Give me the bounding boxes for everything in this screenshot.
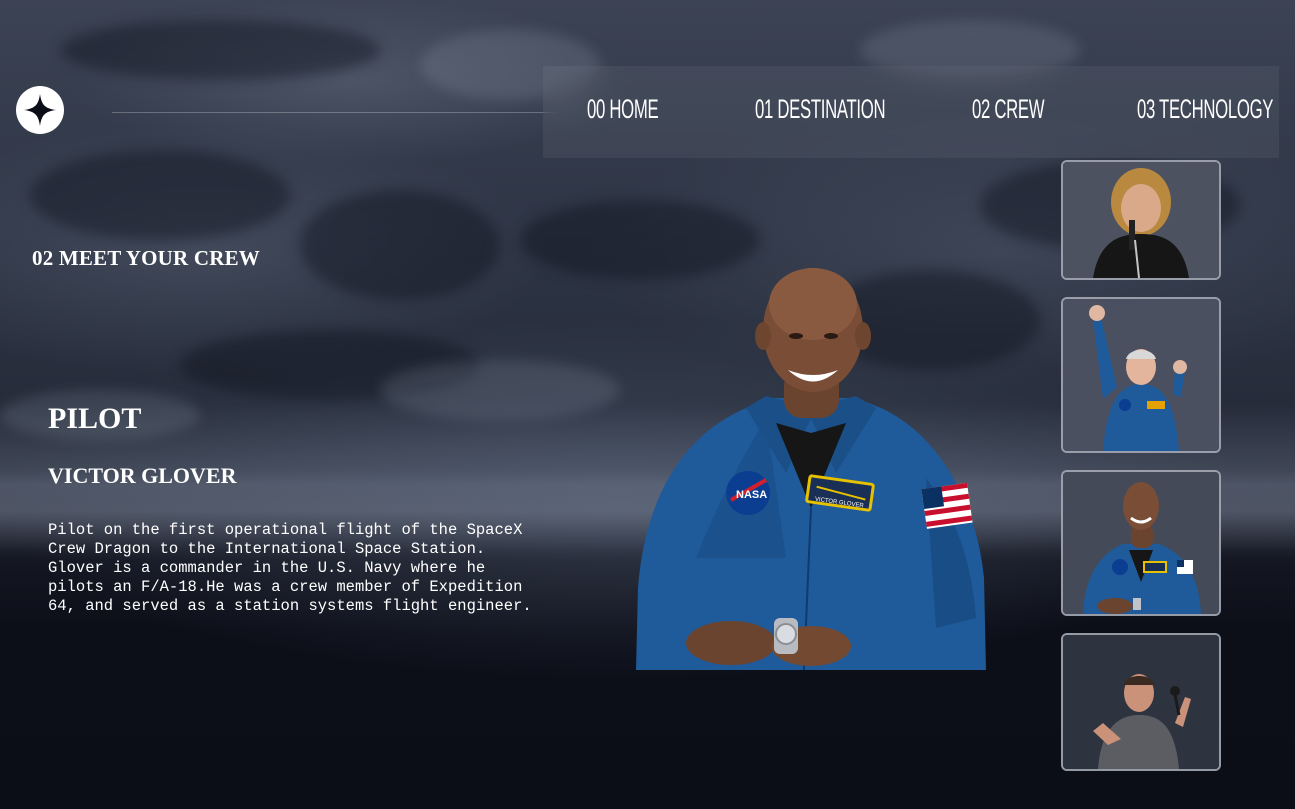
svg-text:NASA: NASA [736, 489, 767, 501]
crew-name: VICTOR GLOVER [48, 463, 237, 488]
crew-role: PILOT [48, 402, 142, 435]
crew-bio: Pilot on the first operational flight of… [48, 521, 532, 615]
nav-item-technology[interactable]: 03 TECHNOLOGY [1137, 94, 1273, 125]
nav-item-home[interactable]: 00 HOME [587, 94, 659, 125]
header-divider [112, 112, 592, 113]
cloud-shape [300, 190, 500, 300]
cloud-shape [60, 20, 380, 80]
crew-thumbnail-4[interactable] [1061, 633, 1221, 771]
cloud-shape [30, 150, 290, 240]
crew-thumbnail-1[interactable] [1061, 160, 1221, 280]
nav-item-crew[interactable]: 02 CREW [972, 94, 1045, 125]
main-navigation: 00 HOME 01 DESTINATION 02 CREW 03 TECHNO… [543, 66, 1279, 158]
crew-thumbnail-2[interactable] [1061, 297, 1221, 453]
cloud-shape [380, 360, 620, 420]
star-logo-icon[interactable] [16, 86, 64, 134]
nav-item-destination[interactable]: 01 DESTINATION [755, 94, 886, 125]
crew-thumbnail-3[interactable] [1061, 470, 1221, 616]
crew-portrait: NASA VICTOR GLOVER [636, 258, 986, 671]
page-title: 02 MEET YOUR CREW [32, 246, 261, 270]
